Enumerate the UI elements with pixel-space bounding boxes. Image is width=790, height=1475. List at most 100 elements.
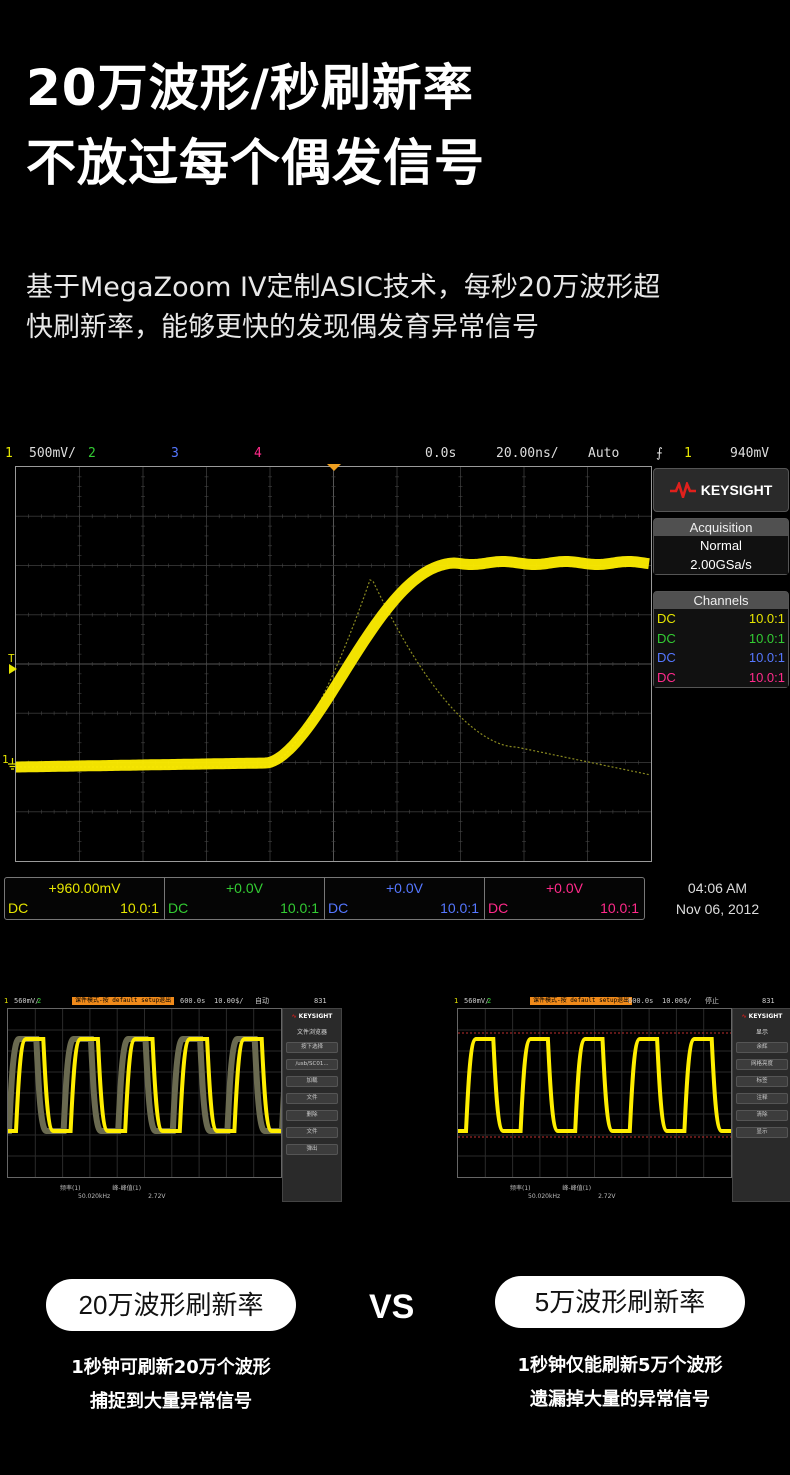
mini-topbar: 1 560mV/ 2 课件模式-按 default setup退出 600.0s…	[450, 995, 790, 1007]
mini-stat1-label: 频率(1)	[510, 1185, 531, 1192]
mini-time: 600.0s	[628, 997, 654, 1005]
ch4-number[interactable]: 4	[254, 446, 262, 461]
channel-probe: 10.0:1	[748, 650, 785, 665]
mini-ch2: 2	[37, 997, 42, 1005]
channel-status-ch2[interactable]: +0.0V DC 10.0:1	[165, 878, 325, 919]
mini-menu-item[interactable]: 弹出	[286, 1144, 338, 1155]
channel-coupling: DC	[8, 900, 29, 916]
waveform-graph	[13, 467, 652, 861]
channels-header: Channels	[654, 592, 788, 609]
mini-mode: 自动	[255, 997, 269, 1005]
channel-probe: 10.0:1	[280, 900, 319, 916]
mini-div: 10.00$/	[214, 997, 244, 1005]
waveform-display	[13, 466, 652, 862]
time-position[interactable]: 0.0s	[425, 446, 456, 461]
mini-menu-item[interactable]: 文件	[286, 1093, 338, 1104]
clock-time: 04:06 AM	[687, 880, 748, 896]
datetime: 04:06 AM Nov 06, 2012	[660, 878, 775, 920]
mini-scale: 560mV/	[14, 997, 40, 1005]
mini-side-panel: ∿ KEYSIGHT 显示 余辉 网格亮度 标签 注释 清除 显示	[732, 1008, 790, 1202]
mini-ch1: 1	[4, 997, 9, 1005]
ch1-scale[interactable]: 500mV/	[29, 446, 76, 461]
acquisition-mode: Normal	[654, 536, 788, 555]
channel-probe: 10.0:1	[600, 900, 639, 916]
trigger-level-arrow-icon	[9, 664, 17, 674]
mini-menu-item[interactable]: 按下选择	[286, 1042, 338, 1053]
mini-stat2-value: 2.72V	[148, 1193, 166, 1200]
channel-probe: 10.0:1	[748, 611, 785, 626]
slow-rate-pill: 5万波形刷新率	[495, 1276, 745, 1328]
channel-row[interactable]: DC 10.0:1	[654, 628, 788, 648]
slow-caption-line-2: 遗漏掉大量的异常信号	[530, 1389, 710, 1410]
headline-line-2: 不放过每个偶发信号	[26, 134, 485, 192]
trigger-position-icon	[327, 464, 341, 471]
clock-date: Nov 06, 2012	[675, 901, 760, 917]
channel-probe: 10.0:1	[120, 900, 159, 916]
mini-scope-slow: 1 560mV/ 2 课件模式-按 default setup退出 600.0s…	[450, 995, 790, 1202]
keysight-wave-icon	[669, 482, 696, 498]
mini-menu-item[interactable]: 显示	[736, 1127, 788, 1138]
ch1-number[interactable]: 1	[5, 446, 13, 461]
mini-mode: 停止	[705, 997, 719, 1005]
trigger-source[interactable]: 1	[684, 446, 692, 461]
mini-waveform-display	[1, 1008, 329, 1178]
mini-ch2: 2	[487, 997, 492, 1005]
mini-menu-item[interactable]: 网格亮度	[736, 1059, 788, 1070]
channel-coupling: DC	[328, 900, 349, 916]
mini-waveform-display	[457, 1008, 779, 1178]
mini-menu-item[interactable]: 删除	[286, 1110, 338, 1121]
channel-coupling: DC	[657, 611, 676, 626]
channel-status-ch1[interactable]: +960.00mV DC 10.0:1	[5, 878, 165, 919]
mini-banner: 课件模式-按 default setup退出	[530, 997, 633, 1005]
channel-coupling: DC	[168, 900, 189, 916]
channels-box[interactable]: Channels DC 10.0:1 DC 10.0:1 DC 10.0:1 DC 10.0:…	[653, 591, 789, 688]
mini-stats: 频率(1) 峰-峰值(1) 50.020kHz 2.72V	[510, 1185, 616, 1201]
channel-probe: 10.0:1	[748, 669, 785, 685]
channel-probe: 10.0:1	[748, 630, 785, 646]
mini-scope-fast: 1 560mV/ 2 课件模式-按 default setup退出 600.0s…	[0, 995, 343, 1202]
acquisition-box[interactable]: Acquisition Normal 2.00GSa/s	[653, 518, 789, 575]
brand-name: KEYSIGHT	[700, 482, 773, 498]
mini-menu-item[interactable]: 标签	[736, 1076, 788, 1087]
fast-rate-pill: 20万波形刷新率	[46, 1279, 296, 1331]
channel-row[interactable]: DC 10.0:1	[654, 648, 788, 668]
keysight-logo: KEYSIGHT	[653, 468, 789, 512]
mini-trig: 831	[762, 997, 775, 1005]
trigger-edge-icon: ⨍	[656, 446, 663, 461]
channel-coupling: DC	[657, 650, 676, 665]
channel-coupling: DC	[657, 669, 676, 685]
channel-row[interactable]: DC 10.0:1	[654, 609, 788, 629]
mini-stat1-value: 50.020kHz	[528, 1193, 561, 1200]
description-line-1: 基于MegaZoom IV定制ASIC技术，每秒20万波形超	[26, 272, 661, 303]
mini-brand: KEYSIGHT	[748, 1012, 783, 1020]
mini-stats: 频率(1) 峰-峰值(1) 50.020kHz 2.72V	[60, 1185, 166, 1201]
mini-keysight-icon: ∿	[291, 1012, 297, 1020]
channel-value: +960.00mV	[48, 880, 121, 896]
ch3-number[interactable]: 3	[171, 446, 179, 461]
ch2-number[interactable]: 2	[88, 446, 96, 461]
mini-time: 600.0s	[180, 997, 206, 1005]
mini-menu-item[interactable]: 余辉	[736, 1042, 788, 1053]
trigger-level[interactable]: 940mV	[730, 446, 769, 461]
channel-status-ch4[interactable]: +0.0V DC 10.0:1	[485, 878, 644, 919]
mini-logo: ∿ KEYSIGHT	[283, 1009, 341, 1023]
channel-row[interactable]: DC 10.0:1	[654, 667, 788, 687]
channel-status-ch3[interactable]: +0.0V DC 10.0:1	[325, 878, 485, 919]
trigger-mode[interactable]: Auto	[588, 446, 619, 461]
time-scale[interactable]: 20.00ns/	[496, 446, 559, 461]
side-panel: KEYSIGHT Acquisition Normal 2.00GSa/s Ch…	[653, 468, 789, 688]
mini-menu-item[interactable]: 清除	[736, 1110, 788, 1121]
oscilloscope-screen: 1 500mV/ 2 3 4 0.0s 20.00ns/ Auto ⨍ 1 94…	[0, 440, 790, 925]
mini-banner: 课件模式-按 default setup退出	[72, 997, 175, 1005]
mini-menu-item[interactable]: 注释	[736, 1093, 788, 1104]
description-line-2: 快刷新率，能够更快的发现偶发育异常信号	[26, 312, 539, 343]
fast-caption-line-2: 捕捉到大量异常信号	[90, 1391, 252, 1412]
channel-status-bar: +960.00mV DC 10.0:1 +0.0V DC 10.0:1 +0.0V DC 10.…	[4, 877, 645, 920]
acquisition-header: Acquisition	[654, 519, 788, 536]
slow-caption-line-1: 1秒钟仅能刷新5万个波形	[517, 1355, 723, 1376]
sample-rate: 2.00GSa/s	[654, 555, 788, 574]
mini-menu-item[interactable]: 加载	[286, 1076, 338, 1087]
mini-stat1-label: 频率(1)	[60, 1185, 81, 1192]
mini-menu-item[interactable]: 文件	[286, 1127, 338, 1138]
mini-menu-item[interactable]: /usb/SC01...	[286, 1059, 338, 1070]
